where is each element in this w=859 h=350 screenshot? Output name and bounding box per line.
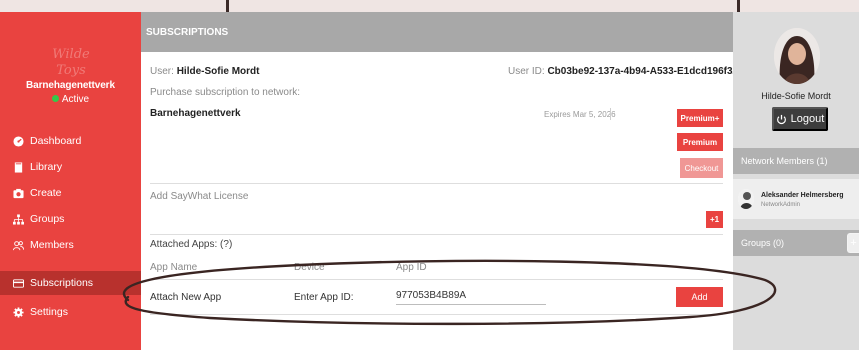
column-header-device: Device: [294, 262, 325, 273]
add-license-button[interactable]: +1: [706, 211, 723, 228]
divider: [150, 234, 723, 235]
users-icon: [13, 240, 24, 250]
org-name: Barnehagenettverk: [26, 80, 115, 91]
right-panel: Hilde-Sofie Mordt Logout Network Members…: [733, 12, 859, 350]
sidebar: Wilde Toys Barnehagenettverk Active Dash…: [0, 12, 141, 350]
avatar[interactable]: [774, 28, 820, 84]
nav-label: Members: [30, 239, 74, 251]
add-group-button[interactable]: +: [847, 233, 859, 253]
nav-item-members[interactable]: Members: [0, 233, 141, 257]
divider: [150, 314, 723, 315]
nav-item-create[interactable]: Create: [0, 181, 141, 205]
svg-text:Toys: Toys: [56, 63, 86, 78]
user-id-line: User ID: Cb03be92-137a-4b94-A533-E1dcd19…: [508, 66, 744, 77]
nav-label: Library: [30, 161, 63, 173]
add-app-button[interactable]: Add: [676, 287, 723, 307]
power-icon: [776, 114, 786, 124]
camera-icon: [13, 188, 24, 198]
user-line: User: Hilde-Sofie Mordt: [150, 66, 259, 77]
nav-label: Groups: [30, 213, 65, 225]
user-prefix: User:: [150, 66, 174, 77]
window-top-strip: [0, 0, 859, 12]
app-id-input[interactable]: [396, 287, 546, 305]
sitemap-icon: [13, 213, 24, 225]
divider: [150, 183, 723, 184]
status-label: Active: [61, 94, 90, 105]
gear-icon: [13, 306, 24, 318]
nav-item-library[interactable]: Library: [0, 155, 141, 179]
groups-header: Groups (0): [733, 230, 859, 256]
expiry-date: Expires Mar 5, 2026: [544, 110, 616, 119]
user-id-value: Cb03be92-137a-4b94-A533-E1dcd196f32e: [547, 66, 744, 77]
user-photo: [774, 28, 820, 84]
page-title: SUBSCRIPTIONS: [141, 12, 733, 52]
logout-button[interactable]: Logout: [772, 107, 828, 131]
nav-item-settings[interactable]: Settings: [0, 300, 141, 324]
nav-label: Dashboard: [30, 135, 82, 147]
strip-divider: [226, 0, 229, 12]
nav-label: Settings: [30, 306, 68, 318]
nav-label: Subscriptions: [30, 277, 94, 289]
divider: [610, 108, 611, 120]
user-name: Hilde-Sofie Mordt: [176, 66, 260, 77]
nav-label: Create: [30, 187, 62, 199]
svg-text:Wilde: Wilde: [52, 47, 90, 62]
status-dot-icon: [51, 95, 59, 102]
logout-label: Logout: [790, 113, 825, 125]
avatar: [738, 189, 754, 209]
member-list-item[interactable]: Aleksander Helmersberg NetworkAdmin: [733, 179, 859, 219]
attach-new-app-label: Attach New App: [150, 292, 222, 303]
checkout-button[interactable]: Checkout: [680, 158, 723, 178]
user-name: Hilde-Sofie Mordt: [761, 91, 831, 101]
divider: [150, 279, 723, 280]
brand-logo: Wilde Toys: [52, 47, 90, 78]
strip-divider: [737, 0, 740, 12]
user-id-prefix: User ID:: [508, 66, 545, 77]
premium-button[interactable]: Premium: [677, 133, 723, 151]
main-content: SUBSCRIPTIONS User: Hilde-Sofie Mordt Us…: [141, 12, 744, 350]
nav-item-groups[interactable]: Groups: [0, 207, 141, 231]
credit-card-icon: [13, 278, 24, 288]
member-photo: [738, 189, 754, 209]
premium-plus-button[interactable]: Premium+: [677, 109, 723, 127]
book-icon: [14, 161, 23, 173]
network-members-header: Network Members (1): [733, 148, 859, 174]
nav-item-dashboard[interactable]: Dashboard: [0, 129, 141, 153]
license-label: Add SayWhat License: [150, 191, 249, 202]
dashboard-icon: [13, 135, 24, 147]
nav-item-subscriptions[interactable]: Subscriptions: [0, 271, 141, 295]
network-name: Barnehagenettverk: [150, 108, 241, 119]
column-header-app-id: App ID: [396, 262, 427, 273]
purchase-label: Purchase subscription to network:: [150, 87, 301, 98]
org-status: Active: [0, 94, 141, 105]
column-header-app-name: App Name: [150, 262, 198, 273]
attached-apps-title: Attached Apps: (?): [150, 239, 233, 250]
member-role: NetworkAdmin: [761, 202, 801, 208]
member-name: Aleksander Helmersberg: [761, 192, 844, 199]
enter-app-id-label: Enter App ID:: [294, 292, 354, 303]
